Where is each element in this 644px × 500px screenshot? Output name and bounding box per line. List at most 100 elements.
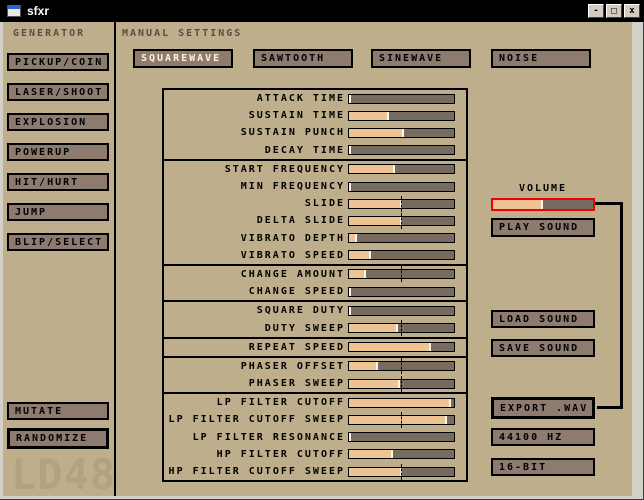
slider-fill: [349, 112, 389, 120]
slider-sustain-time[interactable]: [348, 111, 455, 121]
slider-group-4: SQUARE DUTY DUTY SWEEP: [162, 300, 468, 338]
slider-label: MIN FREQUENCY: [164, 181, 348, 192]
slider-marker: [391, 450, 393, 458]
slider-lp-filter-cutoff-sweep[interactable]: [348, 415, 455, 425]
slider-vibrato-speed[interactable]: [348, 250, 455, 260]
export-wav-button[interactable]: EXPORT .WAV: [491, 397, 595, 419]
volume-fill: [493, 200, 543, 209]
slider-change-amount[interactable]: [348, 269, 455, 279]
slider-label: CHANGE AMOUNT: [164, 269, 348, 280]
slider-fill: [349, 251, 371, 259]
slider-vibrato-depth[interactable]: [348, 233, 455, 243]
slider-row-hp-filter-cutoff-sweep: HP FILTER CUTOFF SWEEP: [164, 463, 466, 480]
slider-row-slide: SLIDE: [164, 195, 466, 212]
slider-row-attack-time: ATTACK TIME: [164, 90, 466, 107]
slider-label: PHASER OFFSET: [164, 361, 348, 372]
center-zero-tick: [401, 196, 402, 212]
generator-button-pickup-coin[interactable]: PICKUP/COIN: [7, 53, 109, 71]
slider-marker: [349, 183, 351, 191]
mutate-button[interactable]: MUTATE: [7, 402, 109, 420]
center-zero-tick: [401, 464, 402, 480]
slider-marker: [398, 380, 400, 388]
center-zero-tick: [401, 412, 402, 428]
window-controls: - □ x: [588, 4, 640, 18]
generator-button-blip-select[interactable]: BLIP/SELECT: [7, 233, 109, 251]
slider-label: PHASER SWEEP: [164, 378, 348, 389]
slider-row-hp-filter-cutoff: HP FILTER CUTOFF: [164, 446, 466, 463]
slider-lp-filter-cutoff[interactable]: [348, 398, 455, 408]
generator-button-powerup[interactable]: POWERUP: [7, 143, 109, 161]
slider-label: REPEAT SPEED: [164, 342, 348, 353]
slider-fill: [349, 324, 398, 332]
slider-slide[interactable]: [348, 199, 455, 209]
slider-fill: [349, 165, 395, 173]
slider-panel: ATTACK TIMESUSTAIN TIMESUSTAIN PUNCHDECA…: [162, 88, 468, 482]
volume-slider[interactable]: [491, 198, 595, 211]
generator-button-hit-hurt[interactable]: HIT/HURT: [7, 173, 109, 191]
slider-marker: [396, 324, 398, 332]
manual-settings-heading: MANUAL SETTINGS: [122, 28, 242, 39]
center-zero-tick: [401, 213, 402, 229]
slider-group-6: PHASER OFFSET PHASER SWEEP: [162, 356, 468, 394]
slider-fill: [349, 468, 402, 476]
slider-marker: [349, 146, 351, 154]
minimize-button[interactable]: -: [588, 4, 604, 18]
waveform-button-sawtooth[interactable]: SAWTOOTH: [253, 49, 353, 68]
slider-fill: [349, 450, 393, 458]
slider-change-speed[interactable]: [348, 287, 455, 297]
slider-delta-slide[interactable]: [348, 216, 455, 226]
slider-row-delta-slide: DELTA SLIDE: [164, 212, 466, 229]
slider-min-frequency[interactable]: [348, 182, 455, 192]
save-sound-button[interactable]: SAVE SOUND: [491, 339, 595, 357]
slider-row-repeat-speed: REPEAT SPEED: [164, 339, 466, 356]
slider-group-5: REPEAT SPEED: [162, 337, 468, 358]
slider-label: SQUARE DUTY: [164, 305, 348, 316]
slider-hp-filter-cutoff-sweep[interactable]: [348, 467, 455, 477]
generator-button-explosion[interactable]: EXPLOSION: [7, 113, 109, 131]
waveform-button-squarewave[interactable]: SQUAREWAVE: [133, 49, 233, 68]
slider-label: DELTA SLIDE: [164, 215, 348, 226]
sfxr-window: sfxr - □ x GENERATOR PICKUP/COINLASER/SH…: [0, 0, 644, 500]
slider-marker: [349, 288, 351, 296]
slider-repeat-speed[interactable]: [348, 342, 455, 352]
generator-button-jump[interactable]: JUMP: [7, 203, 109, 221]
slider-label: DUTY SWEEP: [164, 323, 348, 334]
slider-phaser-sweep[interactable]: [348, 379, 455, 389]
slider-row-lp-filter-resonance: LP FILTER RESONANCE: [164, 429, 466, 446]
waveform-button-sinewave[interactable]: SINEWAVE: [371, 49, 471, 68]
slider-marker: [369, 251, 371, 259]
play-sound-button[interactable]: PLAY SOUND: [491, 218, 595, 237]
slider-square-duty[interactable]: [348, 306, 455, 316]
slider-sustain-punch[interactable]: [348, 128, 455, 138]
slider-fill: [349, 399, 451, 407]
slider-row-start-frequency: START FREQUENCY: [164, 161, 466, 178]
wire-horizontal-top: [595, 202, 623, 205]
slider-row-change-amount: CHANGE AMOUNT: [164, 266, 466, 283]
slider-row-sustain-time: SUSTAIN TIME: [164, 107, 466, 124]
bits-button[interactable]: 16-BIT: [491, 458, 595, 476]
slider-duty-sweep[interactable]: [348, 323, 455, 333]
window-title: sfxr: [27, 4, 49, 18]
generator-button-list: PICKUP/COIN LASER/SHOOT EXPLOSION POWERUP HI…: [7, 53, 109, 263]
slider-row-vibrato-speed: VIBRATO SPEED: [164, 247, 466, 264]
randomize-button[interactable]: RANDOMIZE: [7, 428, 109, 449]
slider-marker: [445, 416, 447, 424]
center-zero-tick: [401, 320, 402, 336]
generator-button-laser-shoot[interactable]: LASER/SHOOT: [7, 83, 109, 101]
samplerate-button[interactable]: 44100 HZ: [491, 428, 595, 446]
slider-attack-time[interactable]: [348, 94, 455, 104]
waveform-button-noise[interactable]: NOISE: [491, 49, 591, 68]
slider-marker: [349, 307, 351, 315]
slider-label: DECAY TIME: [164, 145, 348, 156]
slider-start-frequency[interactable]: [348, 164, 455, 174]
slider-phaser-offset[interactable]: [348, 361, 455, 371]
slider-marker: [393, 165, 395, 173]
slider-label: LP FILTER CUTOFF: [164, 397, 348, 408]
slider-hp-filter-cutoff[interactable]: [348, 449, 455, 459]
load-sound-button[interactable]: LOAD SOUND: [491, 310, 595, 328]
slider-lp-filter-resonance[interactable]: [348, 432, 455, 442]
slider-decay-time[interactable]: [348, 145, 455, 155]
close-button[interactable]: x: [624, 4, 640, 18]
maximize-button[interactable]: □: [606, 4, 622, 18]
slider-fill: [349, 343, 431, 351]
